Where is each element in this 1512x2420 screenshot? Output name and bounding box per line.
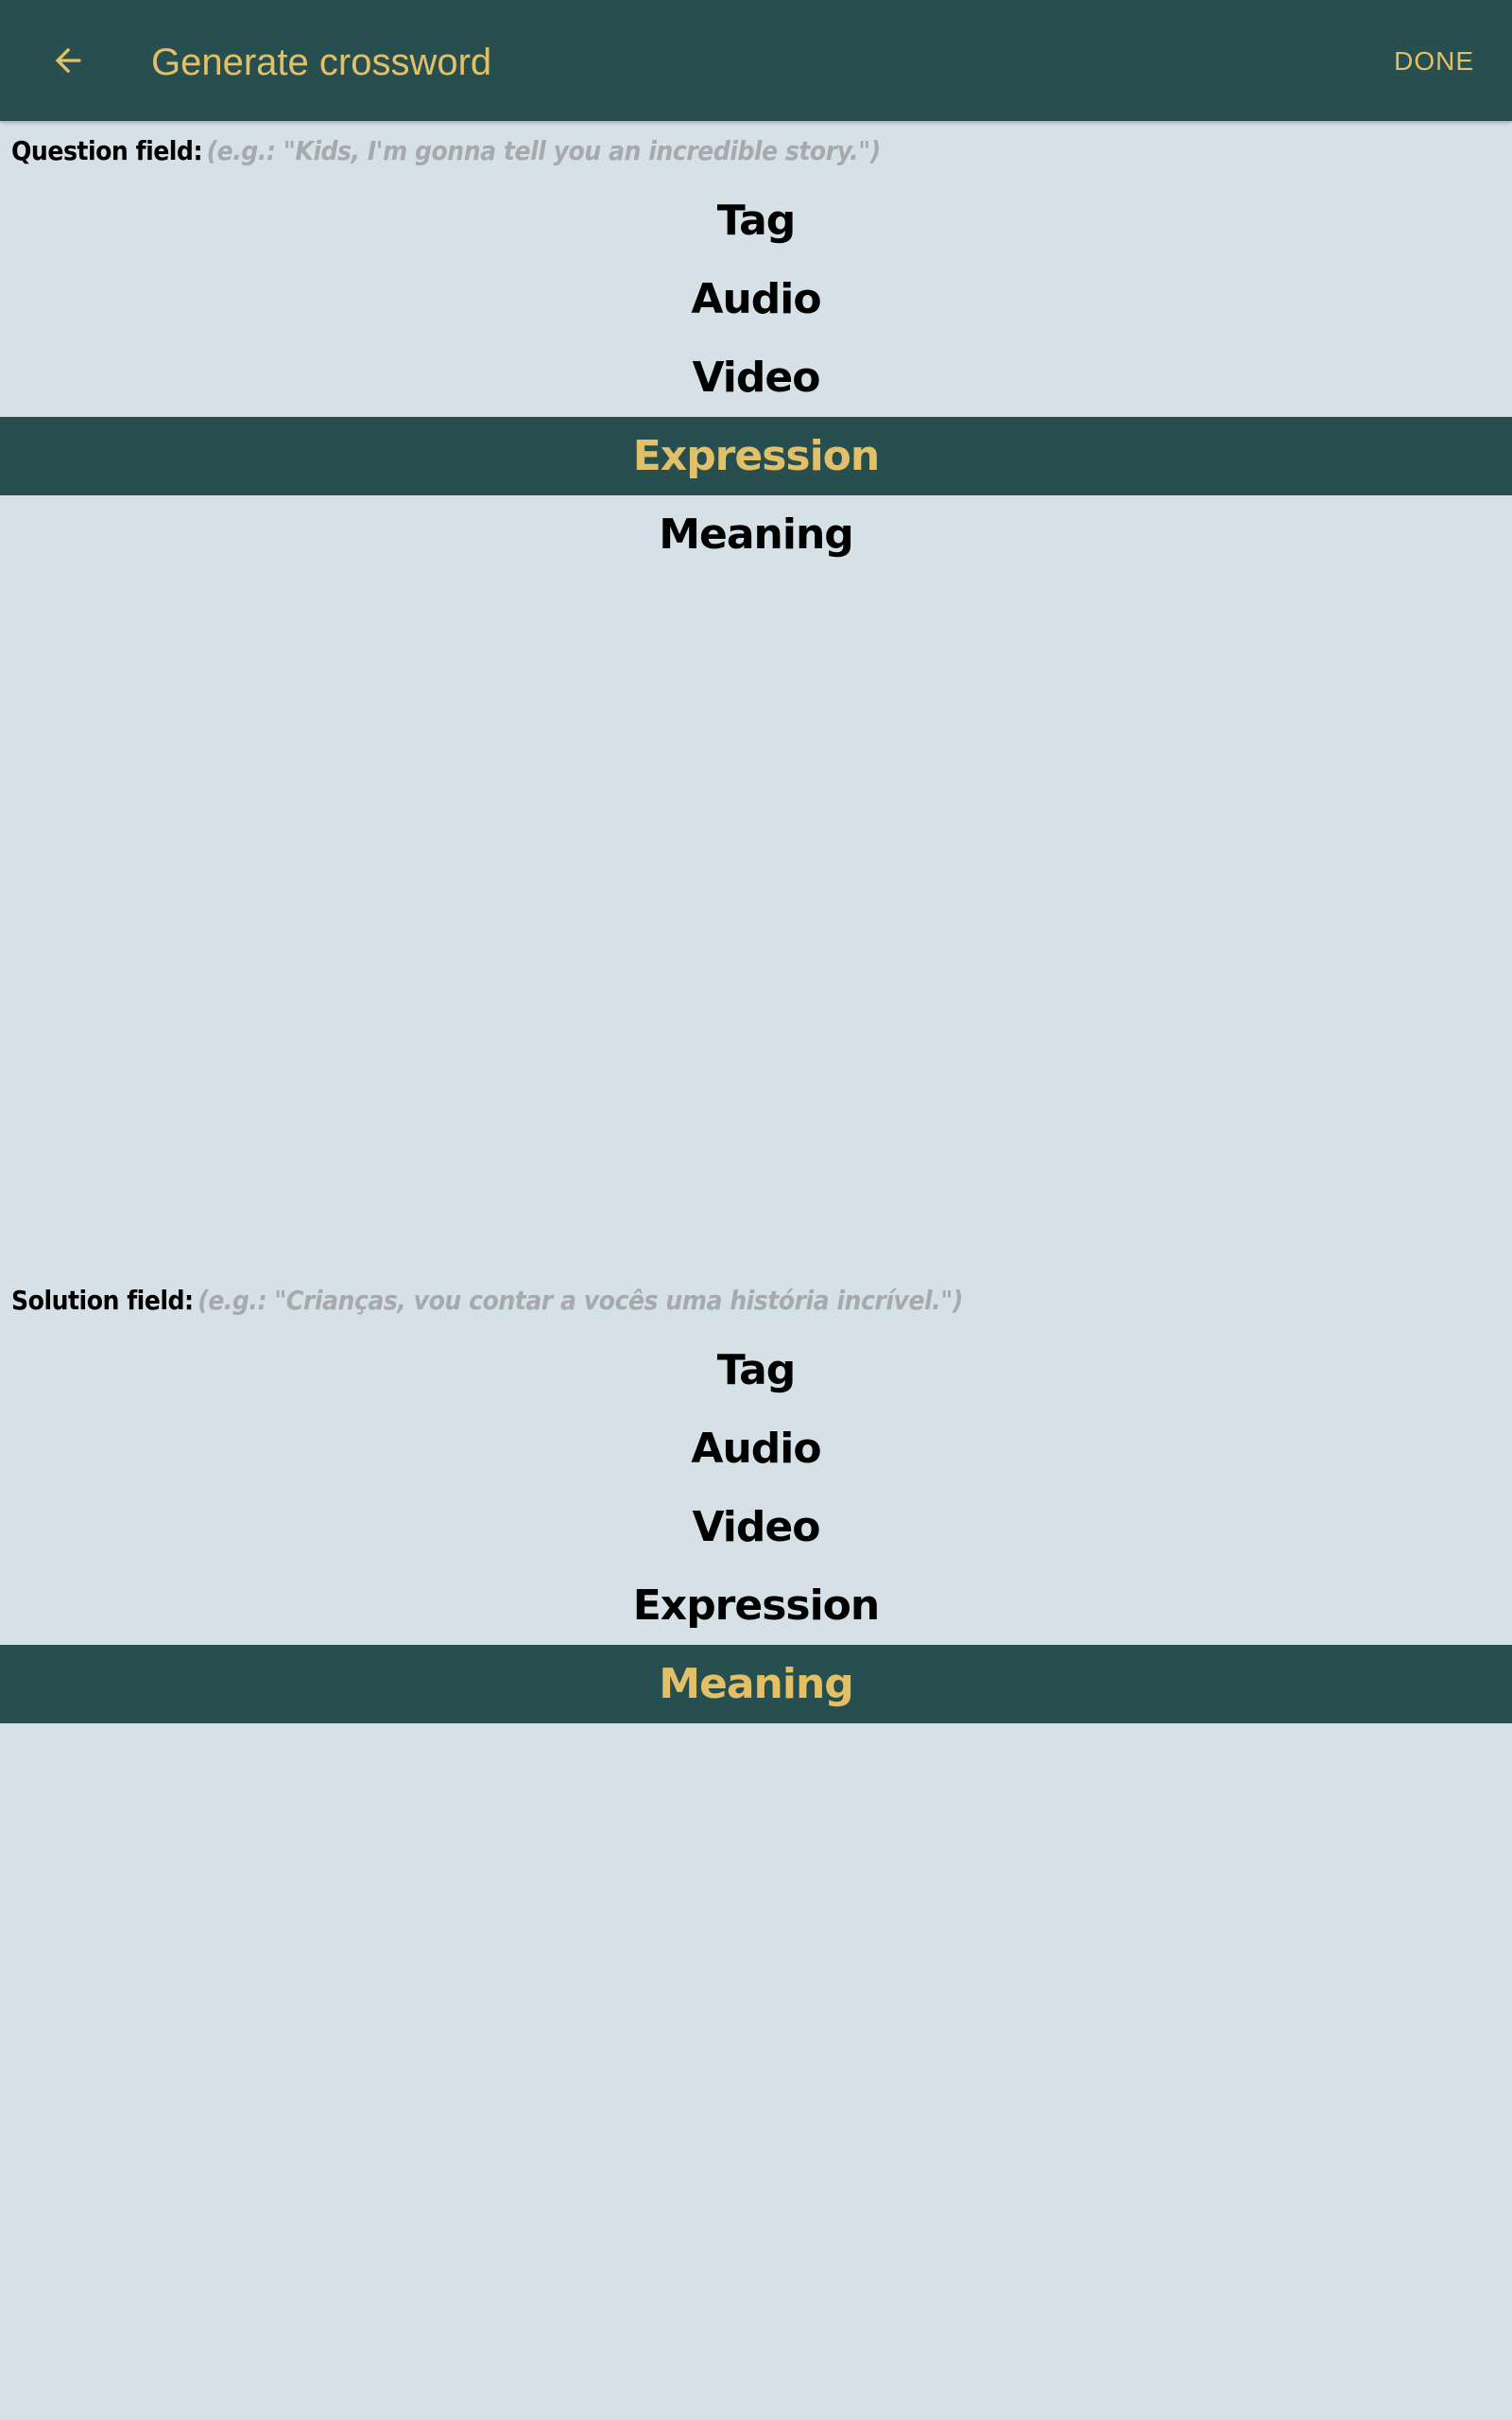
question-option-audio[interactable]: Audio — [0, 260, 1512, 338]
solution-option-audio[interactable]: Audio — [0, 1409, 1512, 1488]
question-field-input[interactable]: (e.g.: "Kids, I'm gonna tell you an incr… — [207, 135, 882, 166]
question-field-options: Tag Audio Video Expression Meaning — [0, 182, 1512, 574]
question-option-meaning[interactable]: Meaning — [0, 495, 1512, 574]
back-button[interactable] — [34, 30, 102, 91]
solution-field-input[interactable]: (e.g.: "Crianças, vou contar a vocês uma… — [198, 1285, 963, 1316]
question-field-label: Question field: — [11, 135, 203, 166]
solution-option-video[interactable]: Video — [0, 1488, 1512, 1566]
question-field-row: Question field: (e.g.: "Kids, I'm gonna … — [11, 123, 881, 180]
solution-option-meaning[interactable]: Meaning — [0, 1645, 1512, 1723]
solution-field-row: Solution field: (e.g.: "Crianças, vou co… — [11, 1272, 963, 1329]
solution-option-tag[interactable]: Tag — [0, 1331, 1512, 1409]
done-button[interactable]: DONE — [1383, 30, 1486, 91]
question-option-expression[interactable]: Expression — [0, 417, 1512, 495]
question-option-tag[interactable]: Tag — [0, 182, 1512, 260]
solution-field-options: Tag Audio Video Expression Meaning — [0, 1331, 1512, 1723]
solution-option-expression[interactable]: Expression — [0, 1566, 1512, 1645]
app-bar: Generate crossword DONE — [0, 0, 1512, 121]
arrow-left-icon — [55, 47, 81, 74]
question-option-video[interactable]: Video — [0, 338, 1512, 417]
page-title: Generate crossword — [151, 42, 492, 83]
solution-field-label: Solution field: — [11, 1285, 194, 1316]
